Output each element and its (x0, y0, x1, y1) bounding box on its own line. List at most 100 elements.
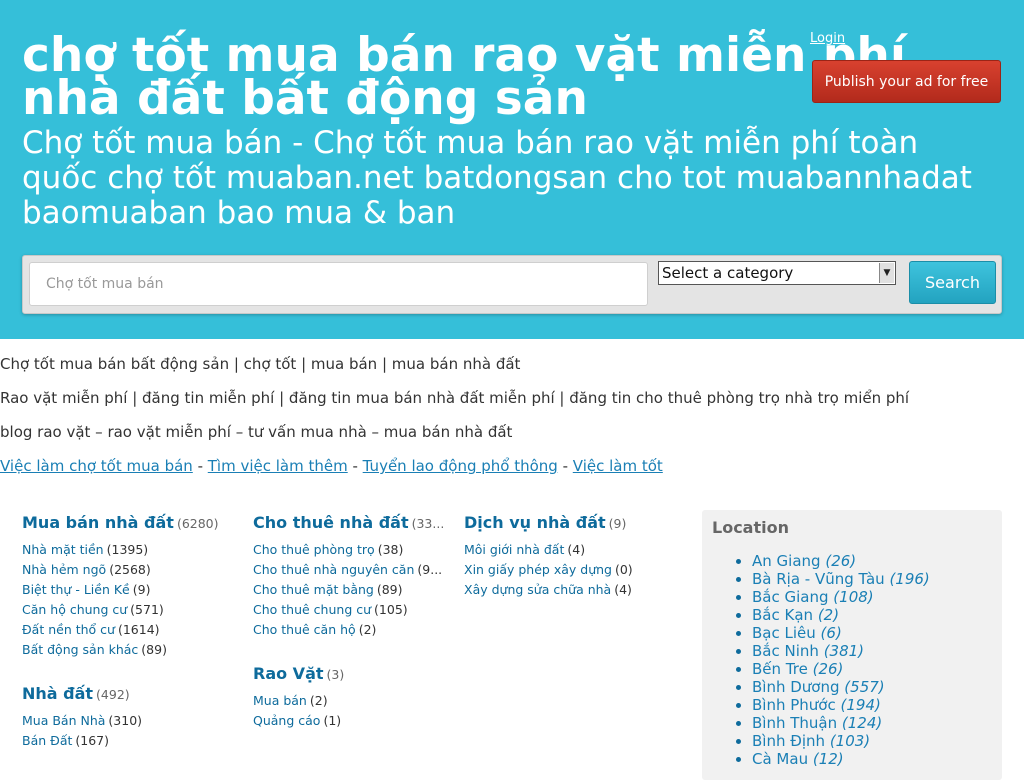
location-link[interactable]: Bắc Giang (752, 588, 829, 606)
location-link[interactable]: Bình Phước (752, 696, 836, 714)
category-item: Cho thuê chung cư (105) (253, 600, 448, 620)
category-item: Cho thuê căn hộ (2) (253, 620, 448, 640)
location-panel: Location An Giang (26) Bà Rịa - Vũng Tàu… (702, 510, 1002, 780)
category-item-link[interactable]: Cho thuê nhà nguyên căn (253, 562, 414, 577)
category-item-link[interactable]: Cho thuê phòng trọ (253, 542, 375, 557)
location-link[interactable]: Bình Thuận (752, 714, 837, 732)
category-group-cho-thue: Cho thuê nhà đất (33... Cho thuê phòng tr… (253, 510, 448, 640)
chevron-down-icon[interactable]: ▼ (879, 263, 894, 283)
location-title: Location (712, 518, 789, 537)
category-item-link[interactable]: Cho thuê căn hộ (253, 622, 356, 637)
category-title-link[interactable]: Mua bán nhà đất (22, 513, 174, 532)
job-link-2[interactable]: Tìm việc làm thêm (208, 457, 348, 475)
category-item-link[interactable]: Xin giấy phép xây dựng (464, 562, 612, 577)
category-item: Môi giới nhà đất (4) (464, 540, 694, 560)
category-title-link[interactable]: Nhà đất (22, 684, 93, 703)
location-item: Bến Tre (26) (752, 660, 930, 678)
location-count: (557) (844, 678, 885, 696)
category-item-link[interactable]: Môi giới nhà đất (464, 542, 564, 557)
location-item: Bắc Giang (108) (752, 588, 930, 606)
category-item: Bất động sản khác (89) (22, 640, 242, 660)
category-title-link[interactable]: Dịch vụ nhà đất (464, 513, 606, 532)
category-item: Biệt thự - Liền Kề (9) (22, 580, 242, 600)
category-column-1: Mua bán nhà đất (6280) Nhà mặt tiền (1395)… (22, 510, 242, 772)
location-count: (196) (889, 570, 930, 588)
category-heading: Dịch vụ nhà đất (9) (464, 510, 694, 540)
link-separator: - (192, 457, 208, 475)
category-item-count: (2568) (109, 562, 151, 577)
category-item-link[interactable]: Nhà mặt tiền (22, 542, 104, 557)
category-item: Cho thuê mặt bằng (89) (253, 580, 448, 600)
category-item: Bán Đất (167) (22, 731, 242, 751)
category-item-link[interactable]: Bán Đất (22, 733, 72, 748)
category-group-rao-vat: Rao Vặt (3) Mua bán (2) Quảng cáo (1) (253, 661, 448, 731)
location-count: (381) (823, 642, 865, 660)
category-item: Xây dựng sửa chữa nhà (4) (464, 580, 694, 600)
login-link[interactable]: Login (810, 31, 845, 46)
category-item-count: (1) (323, 713, 342, 728)
location-item: Bình Định (103) (752, 732, 930, 750)
category-column-3: Dịch vụ nhà đất (9) Môi giới nhà đất (4) X… (464, 510, 694, 621)
category-item-count: (105) (374, 602, 408, 617)
category-item-count: (2) (358, 622, 377, 637)
location-link[interactable]: Bắc Ninh (752, 642, 819, 660)
location-link[interactable]: Bình Dương (752, 678, 840, 696)
location-item: Bình Thuận (124) (752, 714, 930, 732)
category-count: (33... (411, 516, 445, 531)
category-item-link[interactable]: Cho thuê mặt bằng (253, 582, 374, 597)
category-item: Đất nền thổ cư (1614) (22, 620, 242, 640)
category-count: (9) (608, 516, 627, 531)
category-select[interactable]: Select a category ▼ (658, 261, 896, 285)
category-heading: Cho thuê nhà đất (33... (253, 510, 448, 540)
location-link[interactable]: Bình Định (752, 732, 825, 750)
category-title-link[interactable]: Cho thuê nhà đất (253, 513, 409, 532)
category-item-link[interactable]: Bất động sản khác (22, 642, 138, 657)
category-title-link[interactable]: Rao Vặt (253, 664, 324, 683)
location-link[interactable]: Bến Tre (752, 660, 808, 678)
job-link-3[interactable]: Tuyển lao động phổ thông (363, 457, 558, 475)
location-item: Bắc Kạn (2) (752, 606, 930, 624)
category-item-link[interactable]: Biệt thự - Liền Kề (22, 582, 130, 597)
location-link[interactable]: Bắc Kạn (752, 606, 813, 624)
category-heading: Rao Vặt (3) (253, 661, 448, 691)
search-input[interactable] (29, 262, 648, 306)
job-link-1[interactable]: Việc làm chợ tốt mua bán (0, 457, 193, 475)
category-count: (492) (96, 687, 130, 702)
location-link[interactable]: Bà Rịa - Vũng Tàu (752, 570, 885, 588)
location-link[interactable]: Cà Mau (752, 750, 808, 768)
publish-ad-button[interactable]: Publish your ad for free (812, 60, 1001, 103)
category-item-link[interactable]: Mua Bán Nhà (22, 713, 105, 728)
location-item: An Giang (26) (752, 552, 930, 570)
location-item: Bạc Liêu (6) (752, 624, 930, 642)
job-link-4[interactable]: Việc làm tốt (573, 457, 663, 475)
intro-line-2: Rao vặt miễn phí | đăng tin miễn phí | đ… (0, 389, 910, 407)
category-item-link[interactable]: Đất nền thổ cư (22, 622, 115, 637)
location-count: (12) (812, 750, 844, 768)
link-separator: - (557, 457, 573, 475)
category-item-link[interactable]: Nhà hẻm ngõ (22, 562, 106, 577)
search-button[interactable]: Search (909, 261, 996, 304)
category-item-link[interactable]: Mua bán (253, 693, 307, 708)
location-count: (194) (840, 696, 881, 714)
category-item-link[interactable]: Cho thuê chung cư (253, 602, 371, 617)
category-column-2: Cho thuê nhà đất (33... Cho thuê phòng tr… (253, 510, 448, 752)
location-item: Bình Phước (194) (752, 696, 930, 714)
location-link[interactable]: Bạc Liêu (752, 624, 816, 642)
category-item: Quảng cáo (1) (253, 711, 448, 731)
category-item-link[interactable]: Xây dựng sửa chữa nhà (464, 582, 611, 597)
intro-text: Chợ tốt mua bán bất động sản | chợ tốt |… (0, 352, 1000, 488)
category-item: Cho thuê phòng trọ (38) (253, 540, 448, 560)
intro-line-3: blog rao vặt – rao vặt miễn phí – tư vấn… (0, 423, 513, 441)
category-item-count: (4) (567, 542, 586, 557)
job-links: Việc làm chợ tốt mua bán - Tìm việc làm … (0, 454, 1000, 488)
category-item-count: (1614) (117, 622, 160, 637)
location-count: (103) (829, 732, 871, 750)
category-item-link[interactable]: Quảng cáo (253, 713, 320, 728)
category-item-link[interactable]: Căn hộ chung cư (22, 602, 127, 617)
intro-line-1: Chợ tốt mua bán bất động sản | chợ tốt |… (0, 355, 521, 373)
location-count: (26) (825, 552, 857, 570)
search-bar: Select a category ▼ Search (22, 255, 1002, 314)
location-count: (2) (817, 606, 840, 624)
location-link[interactable]: An Giang (752, 552, 821, 570)
location-count: (108) (833, 588, 874, 606)
